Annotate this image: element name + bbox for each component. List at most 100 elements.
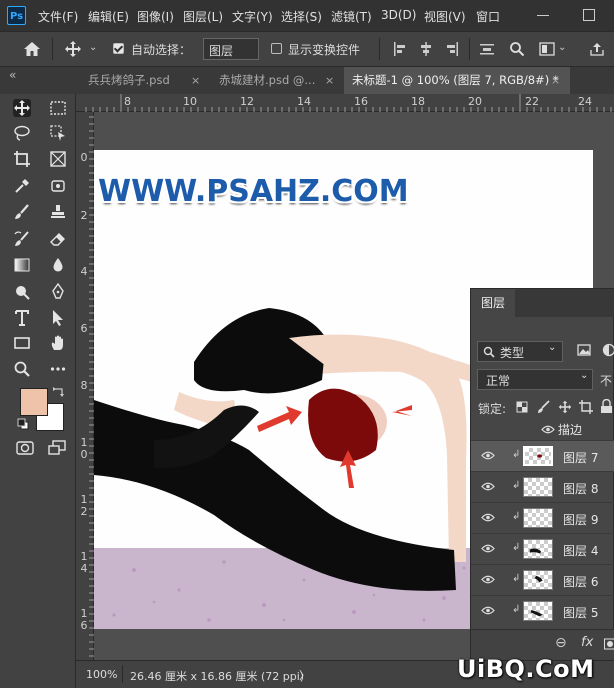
home-icon[interactable]: [22, 40, 42, 58]
layer-name[interactable]: 图层 6: [563, 573, 598, 590]
swap-colors-icon[interactable]: [52, 386, 66, 400]
blend-mode-dropdown[interactable]: 正常 ⌄: [477, 369, 593, 390]
menu-type[interactable]: 文字(Y): [232, 8, 273, 25]
blur-tool-icon[interactable]: [49, 256, 67, 274]
marquee-tool-icon[interactable]: [49, 99, 67, 117]
brush-tool-icon[interactable]: [13, 203, 31, 221]
zoom-level[interactable]: 100%: [86, 668, 117, 681]
eye-icon[interactable]: [481, 575, 495, 584]
layer-name[interactable]: 图层 9: [563, 511, 598, 528]
tab-close-icon[interactable]: ×: [551, 67, 560, 94]
hand-tool-icon[interactable]: [49, 334, 67, 352]
workspace-icon[interactable]: [539, 41, 555, 57]
layer-row[interactable]: ↲ 图层 5: [471, 595, 614, 626]
tab-document-1[interactable]: 兵兵烤鸽子.psd ×: [80, 67, 211, 94]
layer-row[interactable]: ↲ 图层 8: [471, 471, 614, 502]
menu-3d[interactable]: 3D(D): [381, 8, 416, 22]
add-mask-icon[interactable]: [604, 638, 614, 650]
photoshop-logo[interactable]: Ps: [7, 6, 26, 25]
screen-mode-icon[interactable]: [48, 440, 66, 456]
spot-healing-tool-icon[interactable]: [49, 177, 67, 195]
menu-edit[interactable]: 编辑(E): [88, 8, 129, 25]
effect-stroke-label[interactable]: 描边: [558, 421, 582, 438]
eye-icon[interactable]: [481, 606, 495, 615]
layer-name[interactable]: 图层 7: [563, 449, 598, 466]
menu-image[interactable]: 图像(I): [137, 8, 174, 25]
auto-select-target-dropdown[interactable]: 图层: [203, 38, 259, 60]
layer-filter-dropdown[interactable]: 类型 ⌄: [477, 341, 563, 362]
eye-icon[interactable]: [481, 482, 495, 491]
lock-position-icon[interactable]: [558, 400, 572, 414]
eye-icon[interactable]: [481, 544, 495, 553]
menu-layer[interactable]: 图层(L): [183, 8, 223, 25]
crop-tool-icon[interactable]: [13, 150, 31, 168]
lasso-tool-icon[interactable]: [13, 124, 31, 142]
align-left-icon[interactable]: [392, 41, 408, 57]
eye-icon[interactable]: [481, 451, 495, 460]
layer-row[interactable]: ↲ 图层 9: [471, 502, 614, 533]
clone-stamp-tool-icon[interactable]: [49, 203, 67, 221]
menu-window[interactable]: 窗口: [476, 8, 500, 25]
link-layers-icon[interactable]: ⊖: [555, 635, 567, 651]
lock-transparent-icon[interactable]: [516, 401, 528, 413]
layer-thumbnail[interactable]: [523, 570, 553, 590]
layer-thumbnail[interactable]: [523, 539, 553, 559]
eraser-tool-icon[interactable]: [49, 230, 67, 248]
zoom-tool-icon[interactable]: [13, 360, 31, 378]
layer-row[interactable]: ↲ 图层 7: [471, 440, 614, 471]
lock-all-icon[interactable]: [600, 399, 613, 414]
lock-pixels-icon[interactable]: [537, 400, 551, 414]
frame-tool-icon[interactable]: [49, 150, 67, 168]
tab-document-2[interactable]: 赤城建材.psd @... ×: [211, 67, 344, 94]
path-selection-tool-icon[interactable]: [49, 309, 67, 327]
dodge-tool-icon[interactable]: [13, 283, 31, 301]
align-center-icon[interactable]: [418, 41, 434, 57]
gradient-tool-icon[interactable]: [13, 256, 31, 274]
menu-view[interactable]: 视图(V): [424, 8, 466, 25]
tab-layers[interactable]: 图层: [471, 289, 515, 317]
layer-name[interactable]: 图层 8: [563, 480, 598, 497]
tab-close-icon[interactable]: ×: [325, 67, 334, 94]
layer-thumbnail[interactable]: [523, 446, 553, 466]
pen-tool-icon[interactable]: [49, 283, 67, 301]
rectangle-tool-icon[interactable]: [13, 334, 31, 352]
search-icon[interactable]: [509, 41, 525, 57]
quick-mask-icon[interactable]: [16, 441, 34, 455]
panel-collapse-icon[interactable]: «: [9, 68, 16, 82]
adjustment-filter-icon[interactable]: [602, 343, 614, 357]
type-tool-icon[interactable]: [13, 309, 31, 327]
eye-icon[interactable]: [481, 513, 495, 522]
effect-eye-icon[interactable]: [541, 425, 555, 434]
show-transform-checkbox[interactable]: [271, 43, 282, 54]
share-icon[interactable]: [589, 41, 605, 57]
tab-document-3[interactable]: 未标题-1 @ 100% (图层 7, RGB/8#) * ×: [344, 67, 570, 94]
object-select-tool-icon[interactable]: [49, 124, 67, 142]
move-tool-icon[interactable]: [13, 99, 31, 117]
layer-row[interactable]: ↲ 图层 6: [471, 564, 614, 595]
layer-thumbnail[interactable]: [523, 508, 553, 528]
maximize-button[interactable]: [568, 0, 608, 31]
foreground-color-swatch[interactable]: [20, 388, 48, 416]
layer-name[interactable]: 图层 4: [563, 542, 598, 559]
tab-close-icon[interactable]: ×: [191, 67, 200, 94]
more-tools-icon[interactable]: [49, 360, 67, 378]
lock-artboard-icon[interactable]: [579, 400, 593, 414]
menu-file[interactable]: 文件(F): [38, 8, 78, 25]
chevron-down-icon[interactable]: ⌄: [89, 42, 97, 53]
default-colors-icon[interactable]: [17, 418, 29, 430]
layer-thumbnail[interactable]: [523, 477, 553, 497]
minimize-button[interactable]: [523, 0, 563, 31]
history-brush-tool-icon[interactable]: [13, 230, 31, 248]
distribute-icon[interactable]: [479, 41, 495, 57]
auto-select-checkbox[interactable]: [113, 43, 124, 54]
layer-name[interactable]: 图层 5: [563, 604, 598, 621]
layer-thumbnail[interactable]: [523, 601, 553, 621]
chevron-down-icon[interactable]: ⌄: [558, 42, 566, 53]
add-layer-style-button[interactable]: fx: [581, 635, 593, 650]
move-tool-icon[interactable]: [64, 40, 82, 58]
image-filter-icon[interactable]: [577, 343, 591, 357]
menu-filter[interactable]: 滤镜(T): [331, 8, 372, 25]
status-menu-arrow[interactable]: 〉: [299, 667, 310, 683]
align-right-icon[interactable]: [444, 41, 460, 57]
layer-row[interactable]: ↲ 图层 4: [471, 533, 614, 564]
